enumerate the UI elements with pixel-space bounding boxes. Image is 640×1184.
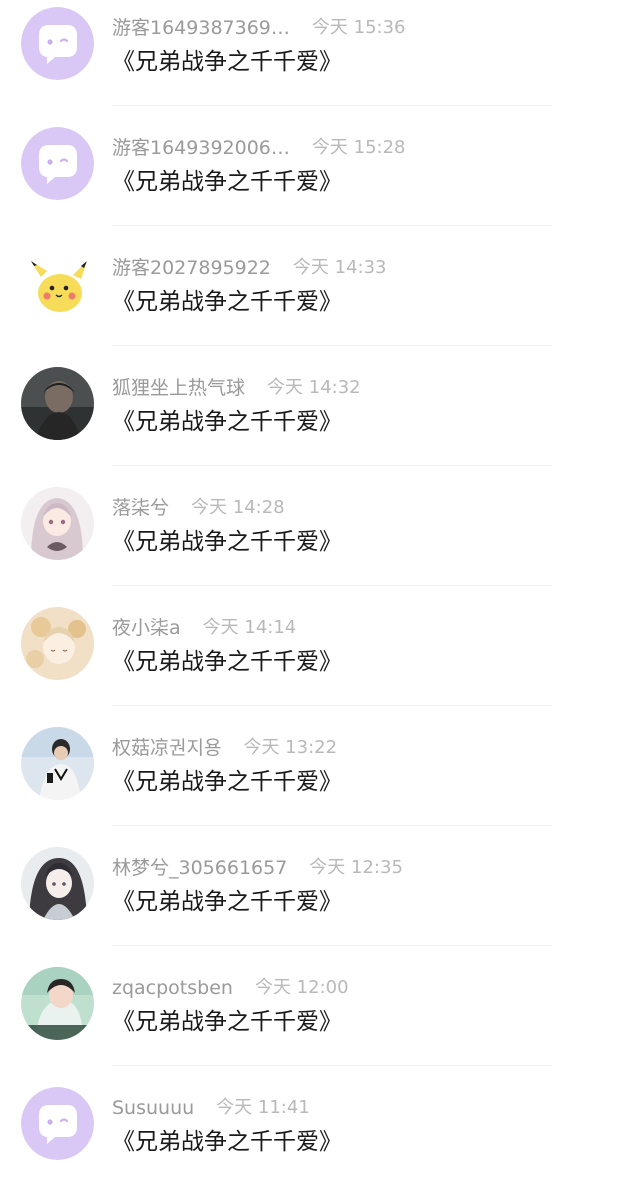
comment-text: 《兄弟战争之千千爱》 (112, 889, 342, 915)
divider (112, 345, 552, 346)
comment-item[interactable]: 游客1649387369… 今天 15:36 《兄弟战争之千千爱》 (0, 0, 640, 120)
comment-item[interactable]: 夜小柒a 今天 14:14 《兄弟战争之千千爱》 (0, 600, 640, 720)
comment-item[interactable]: 落柒兮 今天 14:28 《兄弟战争之千千爱》 (0, 480, 640, 600)
timestamp: 今天 11:41 (216, 1097, 310, 1118)
comment-meta: 游客1649387369… 今天 15:36 (112, 14, 406, 42)
comment-meta: zqacpotsben 今天 12:00 (112, 974, 349, 1002)
default-chat-avatar[interactable] (21, 1087, 94, 1160)
timestamp: 今天 14:28 (191, 497, 285, 518)
comment-meta: 游客2027895922 今天 14:33 (112, 254, 387, 282)
photo-avatar[interactable] (21, 367, 94, 440)
comment-item[interactable]: 游客2027895922 今天 14:33 《兄弟战争之千千爱》 (0, 240, 640, 360)
username[interactable]: Susuuuu (112, 1094, 194, 1122)
comment-text: 《兄弟战争之千千爱》 (112, 1009, 342, 1035)
comment-text: 《兄弟战争之千千爱》 (112, 169, 342, 195)
comment-meta: 权菇凉권지용 今天 13:22 (112, 734, 337, 762)
username[interactable]: 落柒兮 (112, 494, 169, 522)
comment-text: 《兄弟战争之千千爱》 (112, 289, 342, 315)
divider (112, 465, 552, 466)
timestamp: 今天 12:35 (309, 857, 403, 878)
comment-meta: 狐狸坐上热气球 今天 14:32 (112, 374, 361, 402)
default-chat-avatar[interactable] (21, 7, 94, 80)
divider (112, 105, 552, 106)
comment-text: 《兄弟战争之千千爱》 (112, 1129, 342, 1155)
divider (112, 225, 552, 226)
comment-text: 《兄弟战争之千千爱》 (112, 529, 342, 555)
comment-item[interactable]: 游客1649392006… 今天 15:28 《兄弟战争之千千爱》 (0, 120, 640, 240)
username[interactable]: 林梦兮_305661657 (112, 854, 287, 882)
portrait-photo-avatar[interactable] (21, 967, 94, 1040)
comment-text: 《兄弟战争之千千爱》 (112, 769, 342, 795)
comment-item[interactable]: zqacpotsben 今天 12:00 《兄弟战争之千千爱》 (0, 960, 640, 1080)
username[interactable]: 游客2027895922 (112, 254, 271, 282)
comment-item[interactable]: 林梦兮_305661657 今天 12:35 《兄弟战争之千千爱》 (0, 840, 640, 960)
username[interactable]: zqacpotsben (112, 974, 233, 1002)
comment-meta: 夜小柒a 今天 14:14 (112, 614, 296, 642)
comment-item[interactable]: 狐狸坐上热气球 今天 14:32 《兄弟战争之千千爱》 (0, 360, 640, 480)
comment-item[interactable]: 权菇凉권지용 今天 13:22 《兄弟战争之千千爱》 (0, 720, 640, 840)
divider (112, 945, 552, 946)
comment-list: 游客1649387369… 今天 15:36 《兄弟战争之千千爱》 游客16493… (0, 0, 640, 1184)
anime-lady-avatar[interactable] (21, 847, 94, 920)
comment-meta: 林梦兮_305661657 今天 12:35 (112, 854, 403, 882)
divider (112, 705, 552, 706)
pikachu-avatar[interactable] (21, 247, 94, 320)
divider (112, 585, 552, 586)
comment-meta: 游客1649392006… 今天 15:28 (112, 134, 406, 162)
divider (112, 1065, 552, 1066)
divider (112, 825, 552, 826)
timestamp: 今天 14:33 (292, 257, 387, 278)
timestamp: 今天 14:32 (267, 377, 361, 398)
comment-text: 《兄弟战争之千千爱》 (112, 649, 342, 675)
comment-text: 《兄弟战争之千千爱》 (112, 49, 342, 75)
timestamp: 今天 15:28 (311, 137, 406, 158)
anime-girl-avatar[interactable] (21, 487, 94, 560)
comment-meta: 落柒兮 今天 14:28 (112, 494, 285, 522)
username[interactable]: 夜小柒a (112, 614, 181, 642)
username[interactable]: 狐狸坐上热气球 (112, 374, 245, 402)
username[interactable]: 游客1649387369… (112, 14, 290, 42)
comment-text: 《兄弟战争之千千爱》 (112, 409, 342, 435)
timestamp: 今天 14:14 (202, 617, 297, 638)
default-chat-avatar[interactable] (21, 127, 94, 200)
timestamp: 今天 15:36 (311, 17, 406, 38)
anime-gold-avatar[interactable] (21, 607, 94, 680)
timestamp: 今天 12:00 (254, 977, 349, 998)
comment-meta: Susuuuu 今天 11:41 (112, 1094, 310, 1122)
username[interactable]: 游客1649392006… (112, 134, 290, 162)
username[interactable]: 权菇凉권지용 (112, 734, 221, 762)
timestamp: 今天 13:22 (243, 737, 338, 758)
comment-item[interactable]: Susuuuu 今天 11:41 《兄弟战争之千千爱》 (0, 1080, 640, 1184)
person-photo-avatar[interactable] (21, 727, 94, 800)
